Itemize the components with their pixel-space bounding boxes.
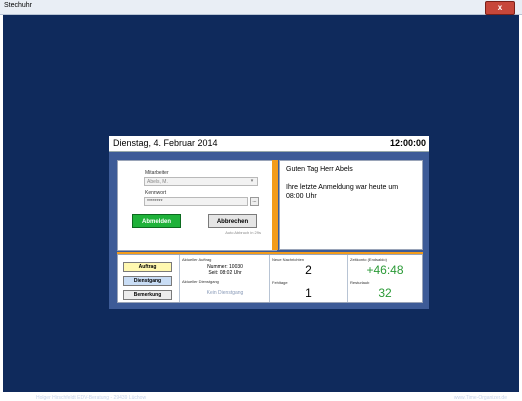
greeting-text: Guten Tag Herr Abels: [286, 166, 353, 173]
current-time: 12:00:00: [389, 138, 426, 148]
dienstgang-button[interactable]: Dienstgang: [123, 276, 172, 286]
window-titlebar: Stechuhr x: [0, 0, 522, 15]
greeting-box: Guten Tag Herr Abels Ihre letzte Anmeldu…: [279, 160, 423, 250]
account-cell: Zeitkonto (Endsaldo) +46:48 Resturlaub 3…: [348, 255, 422, 302]
vacation-days: 32: [378, 286, 392, 300]
window-title: Stechuhr: [4, 2, 33, 9]
account-balance: +46:48: [366, 263, 404, 277]
login-box: Mitarbeiter Abels, M. ▾ Kennwort *******…: [117, 160, 277, 251]
user-select[interactable]: Abels, M. ▾: [144, 177, 258, 186]
vacation-label: Resturlaub: [350, 280, 370, 285]
cancel-button[interactable]: Abbrechen: [208, 214, 257, 228]
main-window: Dienstag, 4. Februar 2014 12:00:00 Mitar…: [3, 15, 519, 401]
messages-label: Neue Nachrichten: [272, 257, 305, 262]
messages-count[interactable]: 2: [270, 263, 347, 277]
last-login-text: Ihre letzte Anmeldung war heute um 08:00…: [286, 184, 399, 200]
browse-button[interactable]: ...: [250, 197, 259, 206]
auto-logout-text: Auto Abbruch in 29s: [225, 230, 261, 235]
clock-panel: Dienstag, 4. Februar 2014 12:00:00 Mitar…: [109, 136, 429, 309]
user-label: Mitarbeiter: [145, 170, 169, 176]
current-order-cell: Aktueller Auftrag Nummer: 10030 Seit: 08…: [180, 255, 270, 302]
missing-days-label: Fehltage: [272, 280, 288, 285]
order-since: Seit: 08:02 Uhr: [208, 270, 242, 276]
action-buttons: Auftrag Dienstgang Bemerkung: [118, 255, 180, 302]
status-panel: Auftrag Dienstgang Bemerkung Aktueller A…: [117, 254, 423, 303]
current-date: Dienstag, 4. Februar 2014: [113, 138, 218, 148]
accent-bar: [272, 160, 278, 250]
order-label: Aktueller Auftrag: [182, 257, 212, 262]
messages-cell: Neue Nachrichten 2 Fehltage 1: [270, 255, 348, 302]
dienstgang-label: Aktueller Dienstgang: [182, 279, 219, 284]
user-value: Abels, M.: [147, 179, 168, 185]
chevron-down-icon[interactable]: ▾: [247, 178, 257, 185]
missing-days-count: 1: [305, 286, 312, 300]
logout-button[interactable]: Abmelden: [132, 214, 181, 228]
close-button[interactable]: x: [485, 1, 515, 15]
password-field[interactable]: ********: [144, 197, 248, 206]
comment-button[interactable]: Bemerkung: [123, 290, 172, 300]
dienstgang-value: Kein Dienstgang: [206, 290, 244, 296]
date-header: Dienstag, 4. Februar 2014 12:00:00: [109, 136, 429, 152]
order-button[interactable]: Auftrag: [123, 262, 172, 272]
password-label: Kennwort: [145, 190, 167, 196]
account-label: Zeitkonto (Endsaldo): [350, 257, 387, 262]
